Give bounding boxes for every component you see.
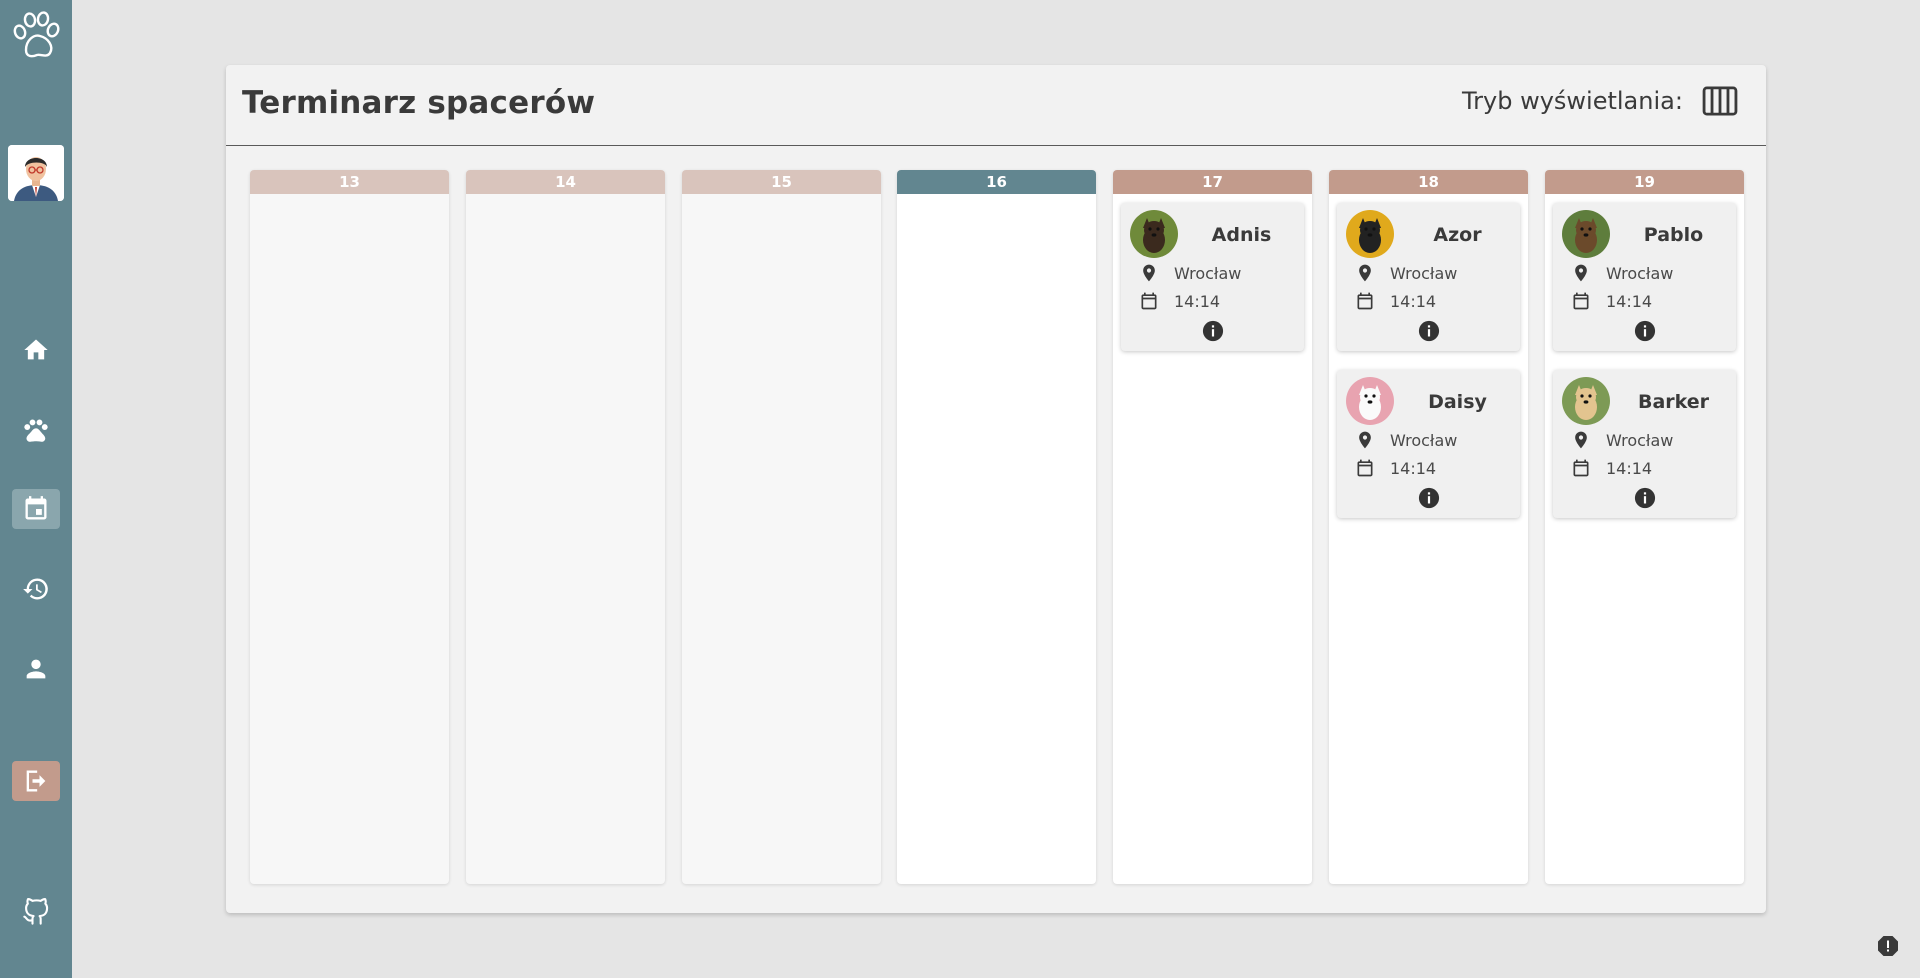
day-column: 14 xyxy=(466,170,665,884)
nav-profile-button[interactable] xyxy=(12,649,60,689)
github-link[interactable] xyxy=(12,892,60,932)
history-icon xyxy=(23,578,48,600)
walk-time: 14:14 xyxy=(1606,292,1653,311)
dog-name: Adnis xyxy=(1211,224,1272,246)
panel-header: Terminarz spacerów Tryb wyświetlania: xyxy=(226,65,1766,146)
walk-location: Wrocław xyxy=(1174,264,1242,283)
github-icon xyxy=(23,898,49,925)
dog-name: Daisy xyxy=(1428,391,1487,413)
walk-location: Wrocław xyxy=(1606,431,1674,450)
nav-history-button[interactable] xyxy=(12,569,60,609)
day-column-header: 14 xyxy=(466,170,665,194)
location-icon xyxy=(1355,430,1375,450)
walk-card[interactable]: Adnis Wrocław 14:14 xyxy=(1121,203,1304,351)
page-title: Terminarz spacerów xyxy=(242,85,596,121)
nav-calendar-button[interactable] xyxy=(12,489,60,529)
info-icon[interactable] xyxy=(1418,487,1440,509)
day-column-header: 16 xyxy=(897,170,1096,194)
day-column: 16 xyxy=(897,170,1096,884)
walk-time: 14:14 xyxy=(1606,459,1653,478)
dog-avatar xyxy=(1346,377,1394,425)
walk-location: Wrocław xyxy=(1390,264,1458,283)
walk-time: 14:14 xyxy=(1390,459,1437,478)
location-icon xyxy=(1355,263,1375,283)
dog-avatar xyxy=(1562,210,1610,258)
calendar-icon xyxy=(1139,291,1159,311)
day-column: 17 Adnis Wrocław 14:14 xyxy=(1113,170,1312,884)
person-icon xyxy=(26,659,46,679)
calendar-icon xyxy=(25,496,47,520)
info-icon[interactable] xyxy=(1418,320,1440,342)
walk-time: 14:14 xyxy=(1390,292,1437,311)
logout-icon xyxy=(26,770,46,792)
logout-button[interactable] xyxy=(12,761,60,801)
schedule-panel: Terminarz spacerów Tryb wyświetlania: 13… xyxy=(226,65,1766,913)
info-icon[interactable] xyxy=(1634,320,1656,342)
view-columns-icon[interactable] xyxy=(1701,82,1739,120)
dog-name: Pablo xyxy=(1643,224,1704,246)
dog-name: Barker xyxy=(1637,391,1710,413)
nav-home-button[interactable] xyxy=(12,330,60,370)
home-icon xyxy=(24,339,48,360)
walk-card[interactable]: Azor Wrocław 14:14 xyxy=(1337,203,1520,351)
day-column-header: 18 xyxy=(1329,170,1528,194)
walk-card[interactable]: Barker Wrocław 14:14 xyxy=(1553,370,1736,518)
day-column-header: 19 xyxy=(1545,170,1744,194)
location-icon xyxy=(1139,263,1159,283)
calendar-icon xyxy=(1571,458,1591,478)
user-avatar[interactable] xyxy=(8,145,64,201)
day-column: 18 Azor Wrocław 14:14 Daisy Wrocław 14:14 xyxy=(1329,170,1528,884)
walk-time: 14:14 xyxy=(1174,292,1221,311)
dog-avatar xyxy=(1130,210,1178,258)
walk-location: Wrocław xyxy=(1390,431,1458,450)
dog-avatar xyxy=(1562,377,1610,425)
info-icon[interactable] xyxy=(1202,320,1224,342)
sidebar xyxy=(0,0,72,978)
paw-icon xyxy=(24,419,48,442)
day-column-header: 17 xyxy=(1113,170,1312,194)
paw-prints-logo-icon xyxy=(10,10,62,62)
nav-pets-button[interactable] xyxy=(12,410,60,450)
calendar-icon xyxy=(1355,458,1375,478)
day-column: 15 xyxy=(682,170,881,884)
day-column-header: 15 xyxy=(682,170,881,194)
calendar-icon xyxy=(1355,291,1375,311)
walk-card[interactable]: Pablo Wrocław 14:14 xyxy=(1553,203,1736,351)
location-icon xyxy=(1571,430,1591,450)
day-column: 13 xyxy=(250,170,449,884)
walk-location: Wrocław xyxy=(1606,264,1674,283)
display-mode-label: Tryb wyświetlania: xyxy=(1462,87,1683,115)
day-column: 19 Pablo Wrocław 14:14 Barker Wrocław 14:14 xyxy=(1545,170,1744,884)
dog-name: Azor xyxy=(1433,224,1482,246)
location-icon xyxy=(1571,263,1591,283)
dog-avatar xyxy=(1346,210,1394,258)
info-icon[interactable] xyxy=(1634,487,1656,509)
walk-card[interactable]: Daisy Wrocław 14:14 xyxy=(1337,370,1520,518)
day-column-header: 13 xyxy=(250,170,449,194)
calendar-icon xyxy=(1571,291,1591,311)
alert-icon[interactable] xyxy=(1876,934,1900,958)
